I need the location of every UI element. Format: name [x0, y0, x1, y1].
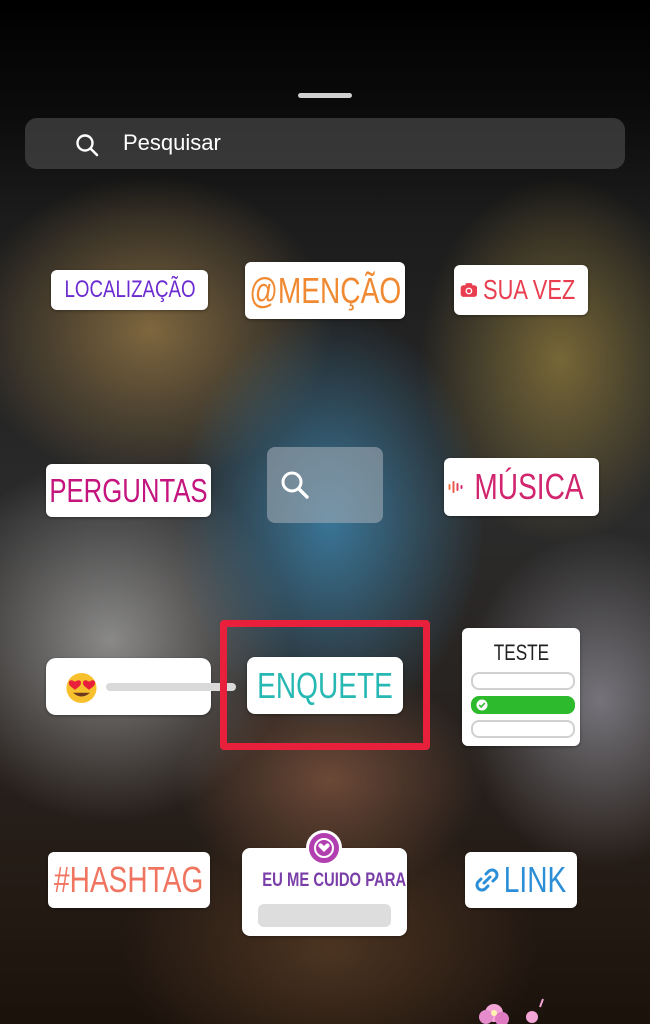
quiz-option	[471, 672, 575, 690]
mention-sticker[interactable]: @MENÇÃO	[245, 262, 405, 319]
emoji-slider-sticker[interactable]	[46, 658, 236, 715]
link-icon	[475, 868, 499, 892]
gif-search-sticker[interactable]	[267, 447, 383, 523]
flower-decoration-icon	[479, 998, 544, 1024]
music-label: MÚSICA	[474, 466, 584, 507]
mention-label: @MENÇÃO	[249, 269, 401, 311]
check-icon	[476, 699, 488, 711]
link-sticker[interactable]: LINK	[465, 852, 577, 908]
your-turn-label: SUA VEZ	[482, 274, 575, 305]
search-input[interactable]: Pesquisar	[123, 130, 221, 156]
hashtag-label: #HASHTAG	[54, 859, 204, 900]
heart-hands-icon	[306, 830, 342, 866]
search-icon	[76, 134, 99, 157]
search-bar[interactable]: Pesquisar	[25, 118, 625, 169]
questions-sticker[interactable]: PERGUNTAS	[46, 464, 211, 517]
heart-eyes-emoji-icon	[66, 672, 97, 704]
camera-icon	[460, 283, 478, 297]
music-sticker[interactable]: MÚSICA	[444, 458, 599, 516]
quiz-option-correct	[471, 696, 575, 714]
drag-handle[interactable]	[298, 93, 352, 98]
slider-track	[106, 683, 236, 691]
quiz-sticker[interactable]: TESTE	[462, 628, 580, 746]
hashtag-sticker[interactable]: #HASHTAG	[48, 852, 210, 908]
search-icon	[281, 471, 309, 499]
questions-label: PERGUNTAS	[49, 471, 208, 509]
your-turn-sticker[interactable]: SUA VEZ	[454, 265, 588, 315]
location-sticker[interactable]: LOCALIZAÇÃO	[51, 270, 208, 310]
self-care-input-bar	[258, 904, 391, 927]
link-label: LINK	[503, 859, 567, 900]
quiz-title: TESTE	[493, 640, 549, 665]
quiz-option	[471, 720, 575, 738]
highlight-box	[220, 620, 430, 750]
location-label: LOCALIZAÇÃO	[64, 276, 197, 303]
audio-bars-icon	[448, 481, 463, 493]
self-care-label: EU ME CUIDO PARA	[262, 870, 407, 891]
